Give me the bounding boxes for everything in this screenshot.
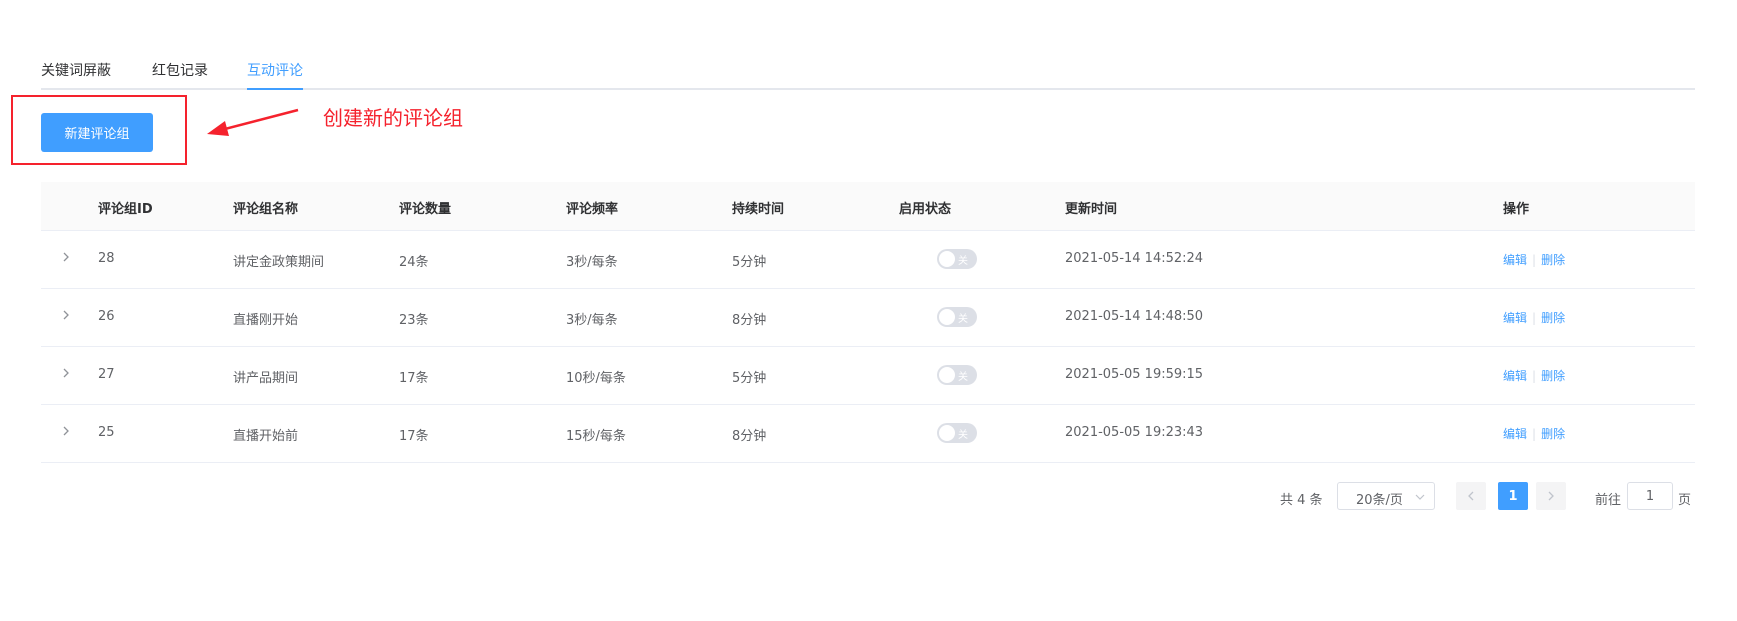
edit-link[interactable]: 编辑 — [1503, 427, 1527, 441]
column-header: 更新时间 — [1065, 202, 1118, 217]
page-size-value: 20条/页 — [1356, 493, 1403, 508]
chevron-left-icon — [1468, 491, 1474, 501]
toggle-knob — [939, 309, 955, 325]
action-separator: | — [1532, 427, 1537, 441]
cell-duration: 5分钟 — [732, 255, 767, 270]
tab-bar: 关键词屏蔽 红包记录 互动评论 — [41, 48, 1695, 90]
cell-name: 讲定金政策期间 — [233, 255, 325, 270]
tab-keyword-block[interactable]: 关键词屏蔽 — [41, 60, 111, 80]
table-row: 27 讲产品期间 17条 10秒/每条 5分钟 关 2021-05-05 19:… — [41, 347, 1695, 405]
cell-frequency: 10秒/每条 — [566, 371, 626, 386]
cell-frequency: 3秒/每条 — [566, 255, 618, 270]
column-header: 评论数量 — [399, 202, 452, 217]
column-header: 启用状态 — [899, 202, 952, 217]
cell-count: 17条 — [399, 429, 429, 444]
cell-id: 27 — [98, 367, 115, 382]
next-page-button[interactable] — [1536, 482, 1566, 510]
edit-link[interactable]: 编辑 — [1503, 253, 1527, 267]
action-separator: | — [1532, 311, 1537, 325]
edit-link[interactable]: 编辑 — [1503, 369, 1527, 383]
column-header: 评论组ID — [98, 202, 153, 217]
toggle-knob — [939, 367, 955, 383]
cell-count: 17条 — [399, 371, 429, 386]
cell-frequency: 3秒/每条 — [566, 313, 618, 328]
row-actions: 编辑 | 删除 — [1503, 251, 1565, 268]
toggle-knob — [939, 425, 955, 441]
cell-frequency: 15秒/每条 — [566, 429, 626, 444]
goto-prefix: 前往 — [1595, 493, 1622, 508]
cell-id: 28 — [98, 251, 115, 266]
pagination-total: 共 4 条 — [1280, 493, 1323, 508]
cell-count: 23条 — [399, 313, 429, 328]
cell-duration: 8分钟 — [732, 429, 767, 444]
pagination: 共 4 条 20条/页 1 前往 页 — [0, 482, 1737, 512]
goto-suffix: 页 — [1678, 493, 1692, 508]
delete-link[interactable]: 删除 — [1541, 427, 1565, 441]
row-actions: 编辑 | 删除 — [1503, 425, 1565, 442]
goto-page-input[interactable] — [1627, 482, 1673, 510]
toggle-label: 关 — [958, 314, 968, 325]
active-tab-indicator — [247, 88, 303, 90]
action-separator: | — [1532, 253, 1537, 267]
enable-status-toggle[interactable]: 关 — [937, 307, 977, 327]
cell-duration: 8分钟 — [732, 313, 767, 328]
tab-interactive-comments[interactable]: 互动评论 — [247, 60, 303, 80]
row-actions: 编辑 | 删除 — [1503, 367, 1565, 384]
cell-name: 讲产品期间 — [233, 371, 299, 386]
table-row: 28 讲定金政策期间 24条 3秒/每条 5分钟 关 2021-05-14 14… — [41, 231, 1695, 289]
cell-name: 直播刚开始 — [233, 313, 299, 328]
chevron-right-icon — [1548, 491, 1554, 501]
action-separator: | — [1532, 369, 1537, 383]
page-size-select[interactable]: 20条/页 — [1337, 482, 1435, 510]
create-comment-group-button[interactable]: 新建评论组 — [41, 113, 153, 152]
expand-row-chevron-icon[interactable] — [59, 366, 73, 380]
column-header: 评论频率 — [566, 202, 619, 217]
cell-count: 24条 — [399, 255, 429, 270]
prev-page-button[interactable] — [1456, 482, 1486, 510]
page-number-button[interactable]: 1 — [1498, 482, 1528, 510]
cell-id: 25 — [98, 425, 115, 440]
column-header: 操作 — [1503, 202, 1530, 217]
expand-row-chevron-icon[interactable] — [59, 424, 73, 438]
cell-duration: 5分钟 — [732, 371, 767, 386]
cell-updated-time: 2021-05-14 14:52:24 — [1065, 251, 1204, 266]
table-row: 26 直播刚开始 23条 3秒/每条 8分钟 关 2021-05-14 14:4… — [41, 289, 1695, 347]
cell-id: 26 — [98, 309, 115, 324]
annotation-text: 创建新的评论组 — [323, 106, 463, 130]
toggle-label: 关 — [958, 372, 968, 383]
delete-link[interactable]: 删除 — [1541, 253, 1565, 267]
table-header: 评论组ID 评论组名称 评论数量 评论频率 持续时间 启用状态 更新时间 操作 — [41, 182, 1695, 231]
cell-updated-time: 2021-05-05 19:59:15 — [1065, 367, 1204, 382]
row-actions: 编辑 | 删除 — [1503, 309, 1565, 326]
enable-status-toggle[interactable]: 关 — [937, 249, 977, 269]
cell-updated-time: 2021-05-14 14:48:50 — [1065, 309, 1204, 324]
annotation-arrow-icon — [207, 108, 299, 136]
column-header: 持续时间 — [732, 202, 785, 217]
edit-link[interactable]: 编辑 — [1503, 311, 1527, 325]
toggle-label: 关 — [958, 256, 968, 267]
toggle-knob — [939, 251, 955, 267]
comment-group-table: 评论组ID 评论组名称 评论数量 评论频率 持续时间 启用状态 更新时间 操作 … — [41, 182, 1695, 463]
cell-updated-time: 2021-05-05 19:23:43 — [1065, 425, 1204, 440]
expand-row-chevron-icon[interactable] — [59, 308, 73, 322]
delete-link[interactable]: 删除 — [1541, 311, 1565, 325]
table-row: 25 直播开始前 17条 15秒/每条 8分钟 关 2021-05-05 19:… — [41, 405, 1695, 463]
column-header: 评论组名称 — [233, 202, 299, 217]
enable-status-toggle[interactable]: 关 — [937, 423, 977, 443]
chevron-down-icon — [1415, 494, 1425, 500]
cell-name: 直播开始前 — [233, 429, 299, 444]
delete-link[interactable]: 删除 — [1541, 369, 1565, 383]
toggle-label: 关 — [958, 430, 968, 441]
tab-red-packet-record[interactable]: 红包记录 — [152, 60, 208, 80]
enable-status-toggle[interactable]: 关 — [937, 365, 977, 385]
expand-row-chevron-icon[interactable] — [59, 250, 73, 264]
